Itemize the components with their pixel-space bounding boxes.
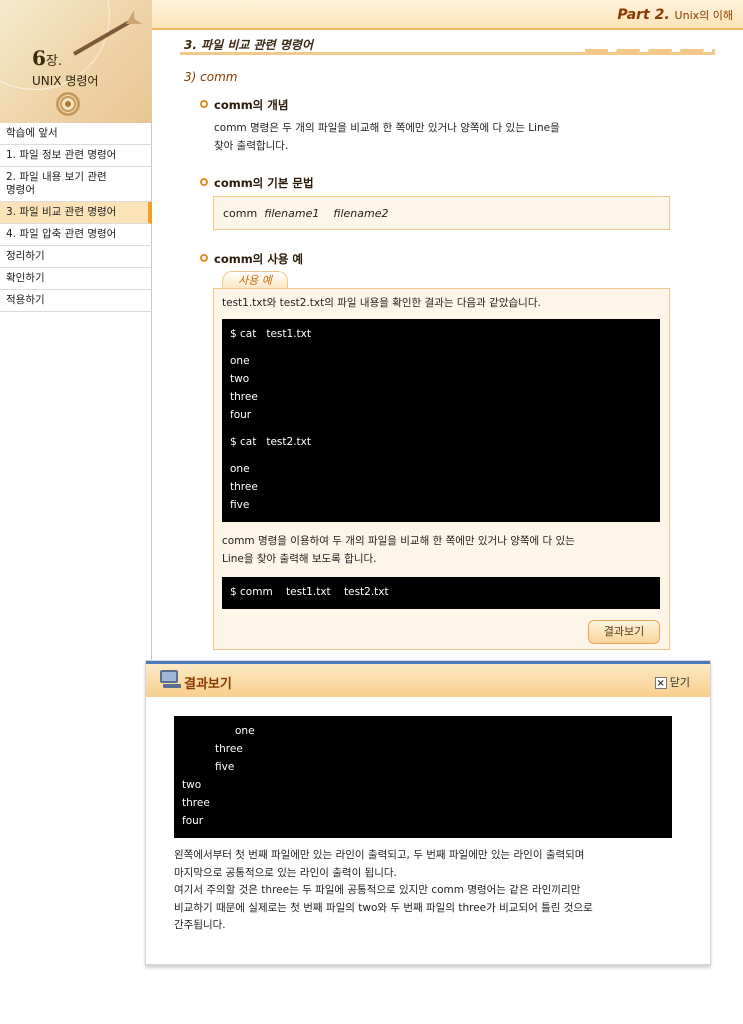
menu-item-summary[interactable]: 정리하기 [0, 246, 152, 268]
top-header-bar: Part 2. Unix의 이해 [152, 0, 743, 30]
close-icon: × [654, 677, 667, 689]
terminal-line: $ comm test1.txt test2.txt [230, 586, 389, 598]
menu-item-intro[interactable]: 학습에 앞서 [0, 123, 152, 145]
terminal-line: one [230, 463, 250, 475]
example-intro: test1.txt와 test2.txt의 파일 내용을 확인한 결과는 다음과… [222, 297, 541, 309]
subsection-title: 3) comm [184, 70, 238, 84]
comm-output-terminal: one three five two three four [174, 716, 672, 838]
terminal-line: three [230, 481, 258, 493]
menu-item-file-compress[interactable]: 4. 파일 압축 관련 명령어 [0, 224, 152, 246]
example-heading: comm의 사용 예 [200, 251, 303, 267]
example-explanation: comm 명령을 이용하여 두 개의 파일을 비교해 한 쪽에만 있거나 양쪽에… [222, 535, 575, 565]
result-popup: 결과보기 × 닫기 one three five two three four 왼쪽에서부터… [145, 660, 711, 965]
concept-heading: comm의 개념 [200, 97, 288, 113]
terminal-line: two [230, 373, 250, 385]
terminal-line: five [230, 499, 250, 511]
part-subtitle: Unix의 이해 [674, 9, 733, 22]
comm-terminal: $ comm test1.txt test2.txt [222, 577, 660, 609]
bullet-icon [200, 100, 208, 108]
output-line: three [182, 797, 210, 809]
bullet-icon [200, 178, 208, 186]
target-icon [56, 92, 80, 116]
terminal-line: $ cat test1.txt [230, 328, 311, 340]
chapter-menu: 학습에 앞서 1. 파일 정보 관련 명령어 2. 파일 내용 보기 관련 명령… [0, 123, 152, 312]
menu-item-check[interactable]: 확인하기 [0, 268, 152, 290]
terminal-line: three [230, 391, 258, 403]
popup-header: 결과보기 × 닫기 [146, 661, 710, 697]
example-tab: 사용 예 [222, 271, 288, 289]
popup-description: 왼쪽에서부터 첫 번째 파일에만 있는 라인이 출력되고, 두 번째 파일에만 … [174, 849, 593, 931]
title-divider [180, 49, 715, 55]
terminal-line: $ cat test2.txt [230, 436, 311, 448]
chapter-banner: 6장. UNIX 명령어 [0, 0, 152, 123]
computer-icon [160, 670, 182, 688]
concept-text: comm 명령은 두 개의 파일을 비교해 한 쪽에만 있거나 양쪽에 다 있는… [214, 122, 560, 152]
section-title: 3. 파일 비교 관련 명령어 [184, 38, 313, 52]
output-line: two [182, 779, 202, 791]
chapter-title: UNIX 명령어 [32, 74, 99, 88]
syntax-text: comm filename1 filename2 [223, 207, 389, 220]
part-number: Part 2. [617, 7, 670, 23]
sidebar: 6장. UNIX 명령어 학습에 앞서 1. 파일 정보 관련 명령어 2. 파… [0, 0, 152, 672]
menu-item-apply[interactable]: 적용하기 [0, 290, 152, 312]
output-line: three [215, 743, 243, 755]
output-line: four [182, 815, 204, 827]
output-line: one [235, 725, 255, 737]
bullet-icon [200, 254, 208, 262]
menu-item-file-view[interactable]: 2. 파일 내용 보기 관련 명령어 [0, 167, 152, 202]
menu-item-file-compare[interactable]: 3. 파일 비교 관련 명령어 [0, 202, 152, 224]
syntax-box: comm filename1 filename2 [213, 196, 670, 230]
syntax-heading: comm의 기본 문법 [200, 175, 314, 191]
terminal-line: one [230, 355, 250, 367]
menu-item-file-info[interactable]: 1. 파일 정보 관련 명령어 [0, 145, 152, 167]
close-button[interactable]: × 닫기 [654, 674, 690, 690]
result-button[interactable]: 결과보기 [588, 620, 660, 644]
part-title: Part 2. Unix의 이해 [617, 7, 733, 23]
cat-terminal: $ cat test1.txt one two three four $ cat… [222, 319, 660, 522]
popup-title: 결과보기 [184, 677, 232, 692]
chapter-number: 6장. [32, 46, 63, 70]
terminal-line: four [230, 409, 252, 421]
output-line: five [215, 761, 235, 773]
